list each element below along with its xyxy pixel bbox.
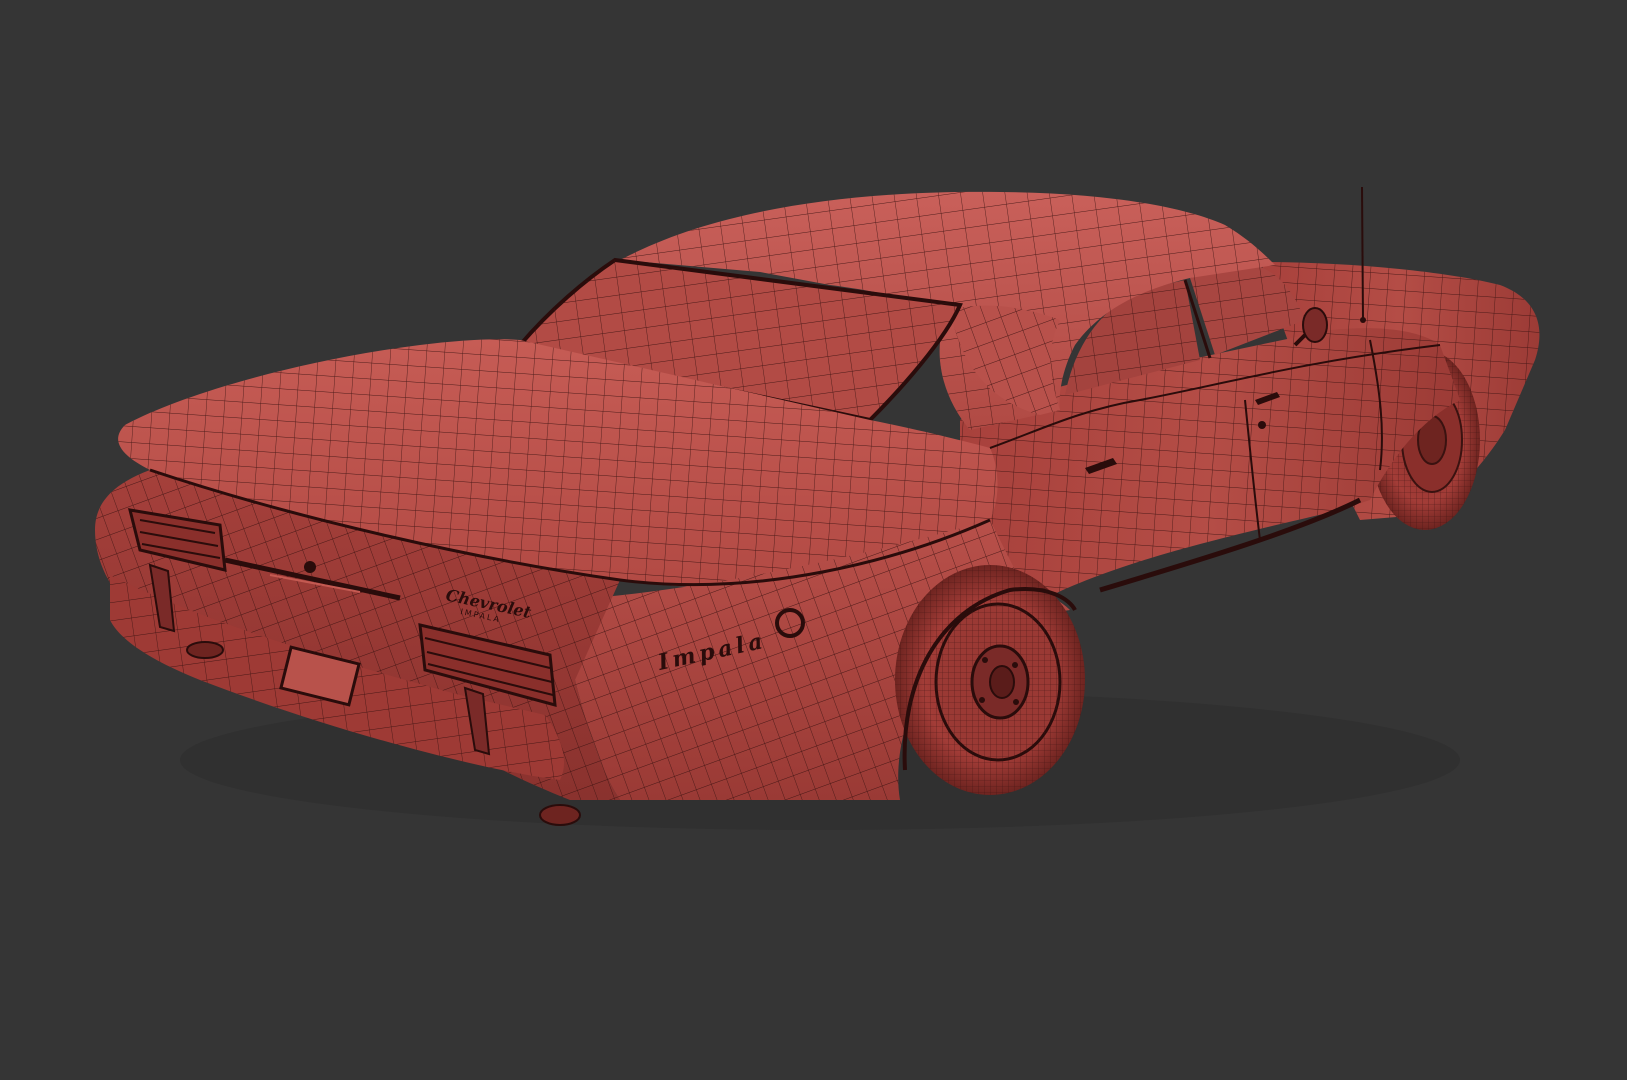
- right-exhaust: [539, 804, 581, 826]
- render-viewport: Impala Chevrolet IMPALA: [0, 0, 1627, 1080]
- car-render: Impala Chevrolet IMPALA: [95, 186, 1540, 830]
- trunk-emblem: [304, 561, 316, 573]
- door-lock: [1258, 421, 1266, 429]
- radio-antenna: [1361, 186, 1364, 321]
- left-exhaust: [186, 641, 224, 659]
